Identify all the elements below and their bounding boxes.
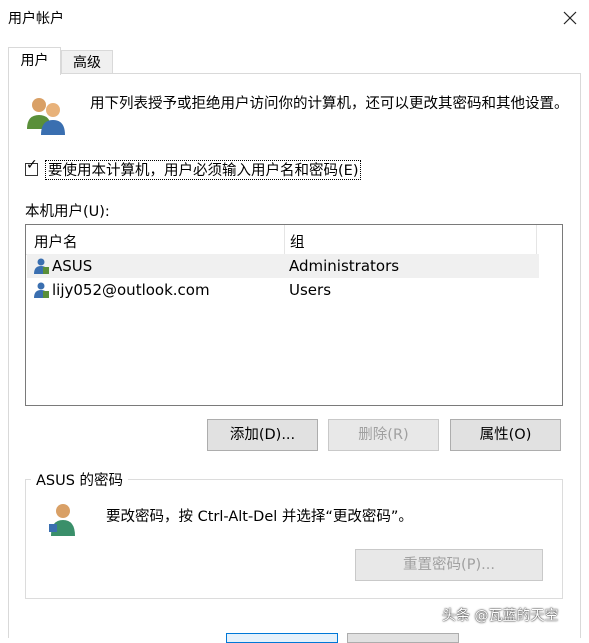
delete-user-button[interactable]: 删除(R) (328, 419, 439, 451)
close-icon[interactable] (556, 4, 584, 32)
title-bar (0, 0, 589, 36)
users-group-icon (25, 95, 69, 135)
tab-strip: 用户 高级 (0, 36, 589, 75)
column-divider[interactable] (284, 225, 285, 254)
require-login-label[interactable]: 要使用本计算机，用户必须输入用户名和密码(E) (45, 160, 362, 180)
window-title: 用户帐户 (8, 11, 64, 27)
row-username: lijy052@outlook.com (52, 281, 210, 299)
local-users-label: 本机用户(U): (25, 204, 110, 220)
user-account-icon (32, 257, 50, 275)
add-user-button[interactable]: 添加(D)... (207, 419, 318, 451)
users-listview[interactable]: 用户名 组 ASUS Administrators lijy052@outloo… (25, 224, 563, 406)
row-group: Users (289, 281, 332, 299)
intro-text: 用下列表授予或拒绝用户访问你的计算机，还可以更改其密码和其他设置。 (90, 96, 569, 112)
password-groupbox (25, 479, 563, 599)
user-account-icon (32, 281, 50, 299)
check-mark-icon: ✓ (26, 157, 38, 173)
list-header: 用户名 组 (26, 225, 537, 255)
tab-advanced[interactable]: 高级 (61, 50, 113, 74)
reset-password-button[interactable]: 重置密码(P)... (355, 549, 543, 581)
cancel-button[interactable] (347, 633, 459, 643)
tab-users[interactable]: 用户 (8, 47, 61, 75)
ok-button[interactable] (226, 633, 338, 643)
watermark: 头条 @瓦蓝的天空 (442, 608, 559, 624)
row-group: Administrators (289, 257, 400, 275)
password-group-title: ASUS 的密码 (31, 469, 129, 490)
row-username: ASUS (52, 257, 93, 275)
column-divider[interactable] (536, 225, 537, 254)
table-row[interactable]: ASUS Administrators (27, 254, 539, 278)
user-key-icon (45, 502, 83, 538)
password-instructions: 要改密码，按 Ctrl-Alt-Del 并选择“更改密码”。 (106, 509, 413, 525)
column-header-username[interactable]: 用户名 (34, 231, 78, 252)
properties-button[interactable]: 属性(O) (450, 419, 561, 451)
column-header-group[interactable]: 组 (290, 231, 305, 252)
table-row[interactable]: lijy052@outlook.com Users (27, 278, 539, 302)
